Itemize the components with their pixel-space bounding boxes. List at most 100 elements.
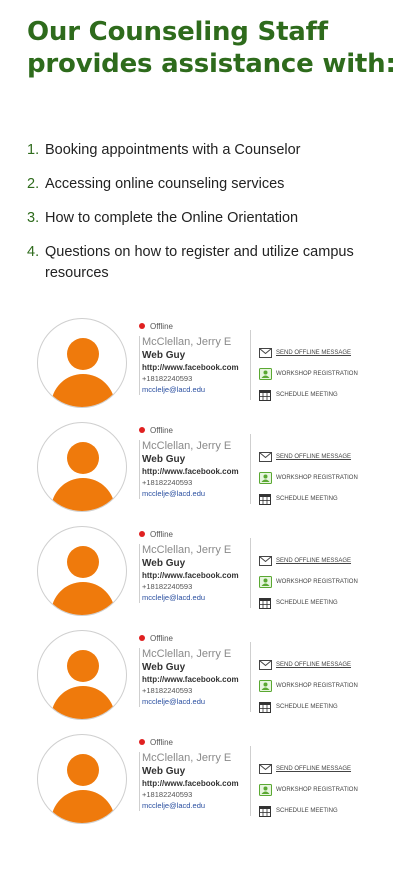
send-offline-message-link[interactable]: SEND OFFLINE MESSAGE (258, 550, 378, 571)
schedule-meeting-link[interactable]: SCHEDULE MEETING (258, 488, 378, 509)
status-indicator: Offline (139, 528, 249, 540)
send-offline-message-link[interactable]: SEND OFFLINE MESSAGE (258, 654, 378, 675)
schedule-meeting-link[interactable]: SCHEDULE MEETING (258, 696, 378, 717)
counselor-email[interactable]: mcclelje@lacd.edu (142, 592, 249, 603)
list-item: 1. Booking appointments with a Counselor (27, 140, 397, 161)
action-label: SEND OFFLINE MESSAGE (276, 349, 352, 356)
calendar-icon (258, 597, 272, 609)
calendar-icon (258, 389, 272, 401)
counselor-actions: SEND OFFLINE MESSAGE WORKSHOP REGISTRATI… (258, 342, 378, 405)
status-indicator: Offline (139, 320, 249, 332)
envelope-icon (258, 763, 272, 775)
workshop-icon (258, 575, 272, 588)
counselor-email[interactable]: mcclelje@lacd.edu (142, 800, 249, 811)
workshop-registration-link[interactable]: WORKSHOP REGISTRATION (258, 779, 378, 800)
status-indicator: Offline (139, 736, 249, 748)
action-label: WORKSHOP REGISTRATION (276, 474, 358, 481)
workshop-icon (258, 679, 272, 692)
workshop-registration-link[interactable]: WORKSHOP REGISTRATION (258, 363, 378, 384)
avatar (37, 318, 127, 408)
schedule-meeting-link[interactable]: SCHEDULE MEETING (258, 384, 378, 405)
list-item: 4. Questions on how to register and util… (27, 242, 397, 284)
counselor-info: Offline McClellan, Jerry E Web Guy http:… (139, 632, 249, 707)
action-label: SCHEDULE MEETING (276, 495, 338, 502)
counselor-actions: SEND OFFLINE MESSAGE WORKSHOP REGISTRATI… (258, 654, 378, 717)
counselor-card: Offline McClellan, Jerry E Web Guy http:… (37, 526, 377, 630)
status-text: Offline (150, 321, 173, 331)
divider (250, 434, 251, 504)
list-text: Accessing online counseling services (45, 176, 285, 192)
action-label: SEND OFFLINE MESSAGE (276, 557, 352, 564)
counselor-role: Web Guy (142, 454, 186, 465)
status-text: Offline (150, 633, 173, 643)
list-item: 3. How to complete the Online Orientatio… (27, 208, 397, 229)
workshop-registration-link[interactable]: WORKSHOP REGISTRATION (258, 467, 378, 488)
status-indicator: Offline (139, 632, 249, 644)
counselor-info: Offline McClellan, Jerry E Web Guy http:… (139, 736, 249, 811)
counselor-phone: +18182240593 (142, 790, 193, 799)
action-label: WORKSHOP REGISTRATION (276, 682, 358, 689)
action-label: SEND OFFLINE MESSAGE (276, 765, 352, 772)
envelope-icon (258, 555, 272, 567)
offline-dot-icon (139, 635, 145, 641)
avatar (37, 630, 127, 720)
workshop-icon (258, 367, 272, 380)
counselor-phone: +18182240593 (142, 374, 193, 383)
offline-dot-icon (139, 323, 145, 329)
calendar-icon (258, 493, 272, 505)
counselor-url[interactable]: http://www.facebook.com (142, 778, 249, 789)
counselor-info: Offline McClellan, Jerry E Web Guy http:… (139, 528, 249, 603)
counselor-url[interactable]: http://www.facebook.com (142, 570, 249, 581)
list-text: How to complete the Online Orientation (45, 210, 299, 226)
counselor-url[interactable]: http://www.facebook.com (142, 466, 249, 477)
avatar (37, 734, 127, 824)
counselor-url[interactable]: http://www.facebook.com (142, 674, 249, 685)
avatar (37, 526, 127, 616)
counselor-actions: SEND OFFLINE MESSAGE WORKSHOP REGISTRATI… (258, 758, 378, 821)
list-text: Questions on how to register and utilize… (45, 244, 354, 281)
counselor-cards: Offline McClellan, Jerry E Web Guy http:… (37, 318, 377, 838)
counselor-email[interactable]: mcclelje@lacd.edu (142, 696, 249, 707)
counselor-role: Web Guy (142, 350, 186, 361)
calendar-icon (258, 805, 272, 817)
counselor-card: Offline McClellan, Jerry E Web Guy http:… (37, 630, 377, 734)
counselor-name: McClellan, Jerry E (142, 440, 232, 452)
action-label: SEND OFFLINE MESSAGE (276, 661, 352, 668)
list-number: 2. (27, 176, 40, 192)
counselor-card: Offline McClellan, Jerry E Web Guy http:… (37, 422, 377, 526)
workshop-registration-link[interactable]: WORKSHOP REGISTRATION (258, 571, 378, 592)
counselor-phone: +18182240593 (142, 582, 193, 591)
avatar (37, 422, 127, 512)
send-offline-message-link[interactable]: SEND OFFLINE MESSAGE (258, 342, 378, 363)
counselor-actions: SEND OFFLINE MESSAGE WORKSHOP REGISTRATI… (258, 446, 378, 509)
status-text: Offline (150, 529, 173, 539)
envelope-icon (258, 659, 272, 671)
divider (250, 538, 251, 608)
action-label: SEND OFFLINE MESSAGE (276, 453, 352, 460)
action-label: SCHEDULE MEETING (276, 391, 338, 398)
workshop-registration-link[interactable]: WORKSHOP REGISTRATION (258, 675, 378, 696)
action-label: WORKSHOP REGISTRATION (276, 578, 358, 585)
counselor-phone: +18182240593 (142, 478, 193, 487)
send-offline-message-link[interactable]: SEND OFFLINE MESSAGE (258, 446, 378, 467)
counselor-actions: SEND OFFLINE MESSAGE WORKSHOP REGISTRATI… (258, 550, 378, 613)
offline-dot-icon (139, 427, 145, 433)
action-label: SCHEDULE MEETING (276, 807, 338, 814)
status-text: Offline (150, 425, 173, 435)
schedule-meeting-link[interactable]: SCHEDULE MEETING (258, 592, 378, 613)
services-list: 1. Booking appointments with a Counselor… (27, 140, 397, 297)
divider (250, 642, 251, 712)
counselor-name: McClellan, Jerry E (142, 336, 232, 348)
send-offline-message-link[interactable]: SEND OFFLINE MESSAGE (258, 758, 378, 779)
schedule-meeting-link[interactable]: SCHEDULE MEETING (258, 800, 378, 821)
action-label: SCHEDULE MEETING (276, 599, 338, 606)
counselor-url[interactable]: http://www.facebook.com (142, 362, 249, 373)
list-number: 4. (27, 244, 40, 260)
counselor-email[interactable]: mcclelje@lacd.edu (142, 384, 249, 395)
divider (250, 746, 251, 816)
counselor-name: McClellan, Jerry E (142, 544, 232, 556)
counselor-email[interactable]: mcclelje@lacd.edu (142, 488, 249, 499)
offline-dot-icon (139, 531, 145, 537)
counselor-info: Offline McClellan, Jerry E Web Guy http:… (139, 320, 249, 395)
workshop-icon (258, 783, 272, 796)
